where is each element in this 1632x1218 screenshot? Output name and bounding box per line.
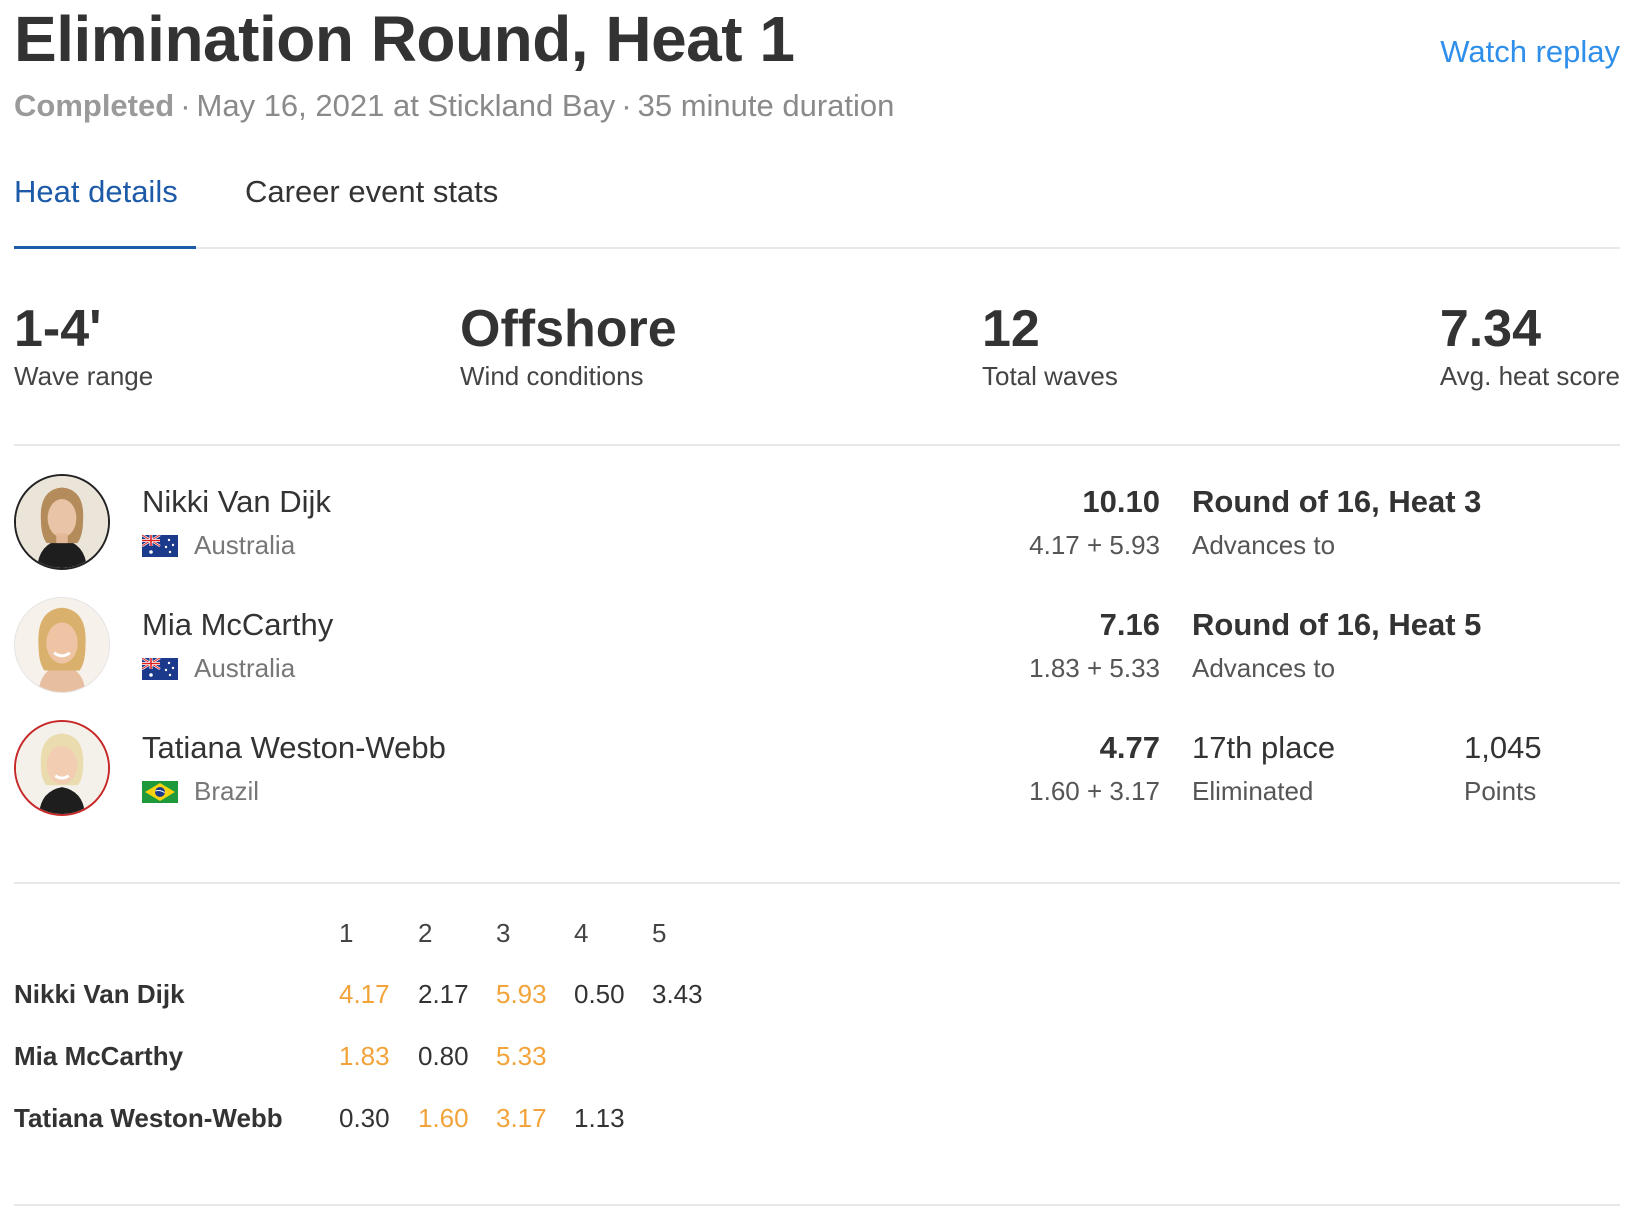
wave-column-header: 5 <box>652 918 667 948</box>
wave-score: 5.33 <box>496 1041 547 1071</box>
heat-score-breakdown: 1.60 + 3.17 <box>1029 776 1160 806</box>
tab-heat-details[interactable]: Heat details <box>14 174 178 210</box>
athlete-name[interactable]: Mia McCarthy <box>142 607 333 643</box>
stat-wind-conditions: Offshore Wind conditions <box>460 299 677 392</box>
wave-score: 1.13 <box>574 1103 625 1133</box>
stat-label: Wave range <box>14 361 154 391</box>
athlete-heat-score: 4.77 1.60 + 3.17 <box>1029 730 1160 807</box>
wave-scores-table: 1 2 3 4 5 Nikki Van Dijk 4.17 2.17 5.93 … <box>14 884 1620 1206</box>
stat-value: 1-4' <box>14 300 102 358</box>
separator: · <box>621 88 632 123</box>
stat-label: Avg. heat score <box>1439 361 1620 391</box>
date-location: May 16, 2021 at Stickland Bay <box>196 88 616 123</box>
wave-score: 0.50 <box>574 979 625 1009</box>
table-row: Mia McCarthy 1.83 0.80 5.33 <box>14 1041 1620 1081</box>
stat-value: Offshore <box>460 300 677 358</box>
athlete-row[interactable]: Nikki Van Dijk Australia 10.10 4.17 + 5.… <box>14 474 1620 574</box>
australia-flag-icon <box>142 657 178 680</box>
result-subtitle: Advances to <box>1192 653 1336 683</box>
athlete-country: Australia <box>142 653 295 684</box>
athlete-result: 17th place Eliminated <box>1192 730 1335 807</box>
wave-score: 3.17 <box>496 1103 547 1133</box>
stat-wave-range: 1-4' Wave range <box>14 299 153 392</box>
brazil-flag-icon <box>142 780 178 803</box>
wave-column-header: 2 <box>418 918 433 948</box>
athlete-photo-icon <box>15 598 109 692</box>
avatar[interactable] <box>14 474 110 570</box>
wave-column-header: 3 <box>496 918 511 948</box>
wave-score: 1.60 <box>418 1103 469 1133</box>
table-row: Nikki Van Dijk 4.17 2.17 5.93 0.50 3.43 <box>14 979 1620 1019</box>
athlete-results: Nikki Van Dijk Australia 10.10 4.17 + 5.… <box>14 446 1620 884</box>
wave-score: 4.17 <box>339 979 390 1009</box>
athlete-heat-score: 7.16 1.83 + 5.33 <box>1029 607 1160 684</box>
result-title: 17th place <box>1192 730 1336 765</box>
separator: · <box>180 88 191 123</box>
heat-stats: 1-4' Wave range Offshore Wind conditions… <box>14 249 1620 446</box>
table-row: Tatiana Weston-Webb 0.30 1.60 3.17 1.13 <box>14 1103 1620 1143</box>
stat-label: Total waves <box>982 361 1118 391</box>
athlete-name[interactable]: Tatiana Weston-Webb <box>142 730 446 766</box>
status-label: Completed <box>14 88 175 123</box>
country-name: Australia <box>194 653 296 683</box>
row-athlete-name: Tatiana Weston-Webb <box>14 1103 283 1133</box>
stat-total-waves: 12 Total waves <box>982 299 1118 392</box>
heat-total: 7.16 <box>1099 607 1160 642</box>
country-name: Australia <box>194 530 296 560</box>
stat-label: Wind conditions <box>460 361 644 391</box>
page-title: Elimination Round, Heat 1 <box>14 3 795 75</box>
result-subtitle: Eliminated <box>1192 776 1314 806</box>
wave-column-header: 4 <box>574 918 589 948</box>
wave-score: 3.43 <box>652 979 703 1009</box>
wave-score: 1.83 <box>339 1041 390 1071</box>
wave-score: 0.30 <box>339 1103 390 1133</box>
row-athlete-name: Mia McCarthy <box>14 1041 184 1071</box>
heat-score-breakdown: 4.17 + 5.93 <box>1029 530 1160 560</box>
duration: 35 minute duration <box>637 88 895 123</box>
result-title[interactable]: Round of 16, Heat 5 <box>1192 607 1481 643</box>
avatar[interactable] <box>14 720 110 816</box>
points-label: Points <box>1464 776 1537 806</box>
heat-page: Elimination Round, Heat 1 Watch replay C… <box>14 0 1620 1218</box>
athlete-heat-score: 10.10 4.17 + 5.93 <box>1029 484 1160 561</box>
wave-score: 5.93 <box>496 979 547 1009</box>
row-athlete-name: Nikki Van Dijk <box>14 979 185 1009</box>
heat-total: 10.10 <box>1082 484 1160 519</box>
avatar[interactable] <box>14 597 110 693</box>
heat-total: 4.77 <box>1099 730 1160 765</box>
athlete-result: Round of 16, Heat 5 Advances to <box>1192 607 1481 684</box>
stat-value: 12 <box>982 300 1040 358</box>
result-subtitle: Advances to <box>1192 530 1336 560</box>
stat-value: 7.34 <box>1439 300 1542 358</box>
heat-score-breakdown: 1.83 + 5.33 <box>1029 653 1160 683</box>
athlete-row[interactable]: Mia McCarthy Australia 7.16 1.83 + 5.33 … <box>14 597 1620 697</box>
athlete-photo-icon <box>16 722 108 814</box>
country-name: Brazil <box>194 776 260 806</box>
result-title[interactable]: Round of 16, Heat 3 <box>1192 484 1481 520</box>
athlete-row[interactable]: Tatiana Weston-Webb Brazil 4.77 1.60 + 3… <box>14 720 1620 820</box>
stat-avg-heat-score: 7.34 Avg. heat score <box>1440 299 1620 392</box>
athlete-country: Australia <box>142 530 295 561</box>
tab-career-event-stats[interactable]: Career event stats <box>245 174 498 210</box>
points-value: 1,045 <box>1464 730 1542 765</box>
athlete-photo-icon <box>16 476 108 568</box>
athlete-country: Brazil <box>142 776 259 807</box>
wave-score: 2.17 <box>418 979 469 1009</box>
tab-bar: Heat details Career event stats <box>14 150 1620 249</box>
athlete-result: Round of 16, Heat 3 Advances to <box>1192 484 1481 561</box>
heat-subtitle: Completed · May 16, 2021 at Stickland Bay ·… <box>14 88 894 124</box>
wave-column-header: 1 <box>339 918 354 948</box>
athlete-points: 1,045 Points <box>1464 730 1542 807</box>
australia-flag-icon <box>142 534 178 557</box>
athlete-name[interactable]: Nikki Van Dijk <box>142 484 331 520</box>
watch-replay-link[interactable]: Watch replay <box>1440 34 1620 70</box>
wave-score: 0.80 <box>418 1041 469 1071</box>
